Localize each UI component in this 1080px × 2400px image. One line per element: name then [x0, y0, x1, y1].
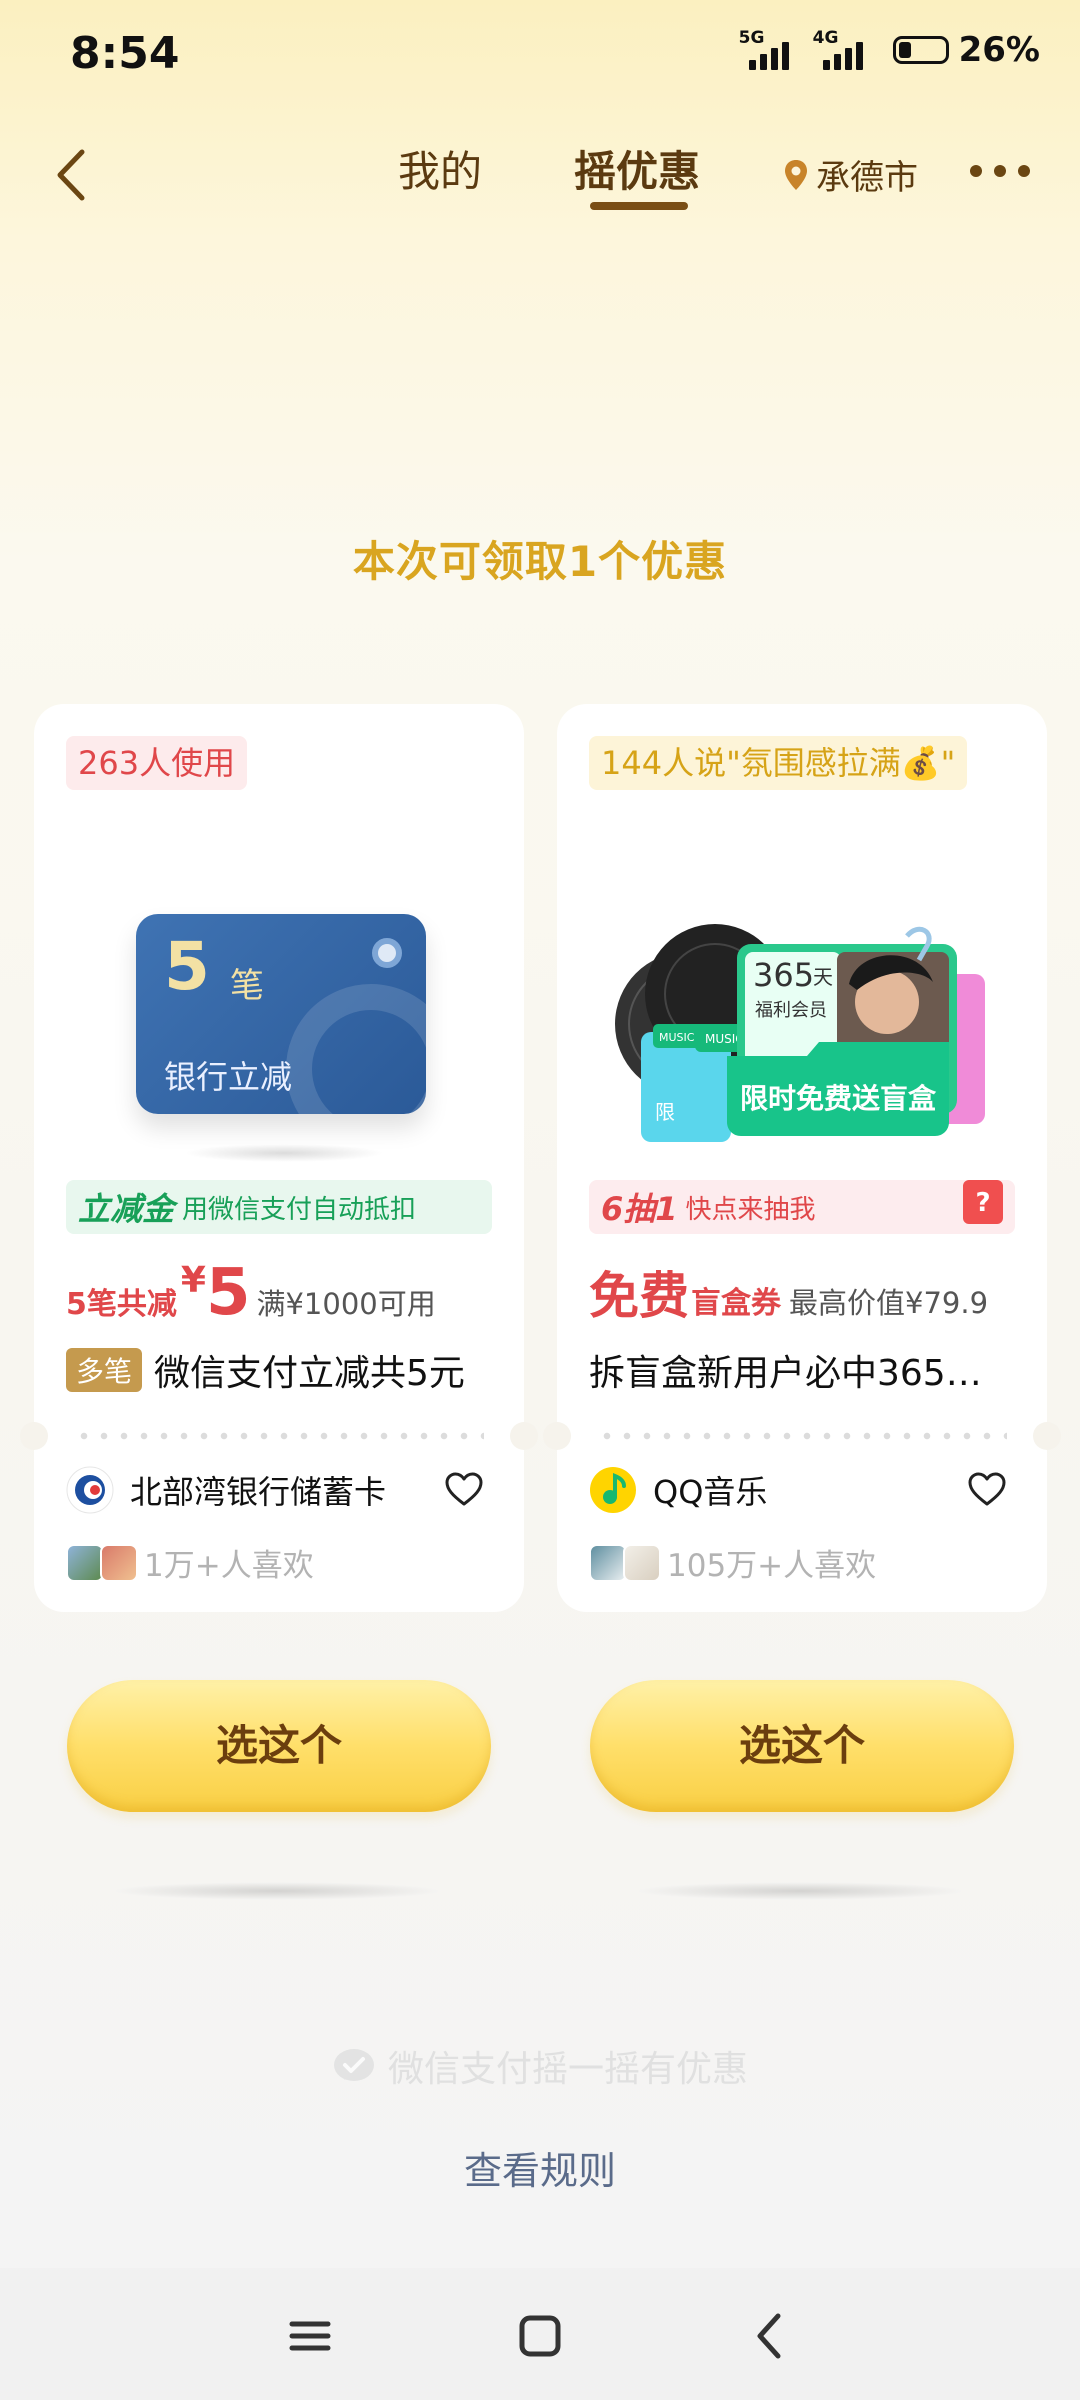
back-nav-icon[interactable] [740, 2306, 800, 2366]
perforation-notch-left [543, 1422, 571, 1450]
favorite-heart-icon[interactable] [444, 1470, 484, 1510]
avatar [623, 1543, 661, 1582]
bank-card-illustration: 5 笔 银行立减 [136, 914, 426, 1114]
illustration-shadow [184, 1144, 384, 1162]
svg-text:MUSIC: MUSIC [659, 1031, 695, 1044]
avatar [66, 1543, 104, 1582]
location-selector[interactable]: 承德市 [782, 150, 918, 199]
view-rules-link[interactable]: 查看规则 [0, 2140, 1080, 2195]
brand-name: QQ音乐 [653, 1473, 768, 1511]
battery-icon [892, 36, 949, 64]
avatar [100, 1543, 138, 1582]
likes-count: 105万+人喜欢 [667, 1548, 877, 1584]
wechat-pay-icon [333, 2049, 374, 2081]
svg-text:天: 天 [813, 965, 833, 989]
likes-row: 105万+人喜欢 [589, 1540, 876, 1585]
gift-box-icon: ? [963, 1180, 1003, 1224]
tab-mine[interactable]: 我的 [398, 138, 482, 199]
status-indicators: 5G 4G 26% [739, 28, 1040, 70]
brand-row: QQ音乐 [589, 1466, 767, 1514]
bank-logo-icon [66, 1466, 114, 1514]
coupon-title-row: 多笔 微信支付立减共5元 [66, 1344, 465, 1396]
qq-music-logo-icon [590, 1467, 636, 1513]
perforation-divider [597, 1432, 1007, 1440]
favorite-heart-icon[interactable] [967, 1470, 1007, 1510]
tab-shake-deals[interactable]: 摇优惠 [574, 138, 700, 199]
signal-4g-icon: 4G [813, 28, 877, 70]
back-arrow-icon [57, 149, 85, 201]
promo-strip: 立减金 用微信支付自动抵扣 [66, 1180, 492, 1234]
comment-badge: 144人说"氛围感拉满💰" [589, 736, 968, 790]
location-pin-icon [785, 159, 807, 190]
perforation-notch-left [20, 1422, 48, 1450]
location-name: 承德市 [816, 158, 918, 198]
svg-text:365: 365 [753, 956, 814, 994]
multi-tag: 多笔 [66, 1348, 143, 1392]
avatar [589, 1543, 627, 1582]
coupon-card-bank[interactable]: 263人使用 5 笔 银行立减 立减金 用微信支付自动抵扣 5笔共减 ¥ 5 满… [20, 704, 538, 1612]
more-options-icon[interactable] [970, 165, 1030, 177]
status-time: 8:54 [70, 28, 180, 79]
music-membership-illustration: 限 MUSIC MUSIC 365 天 福利会员 限时免费送盲盒 [615, 924, 985, 1142]
svg-text:限时免费送盲盒: 限时免费送盲盒 [740, 1082, 937, 1115]
choose-bank-coupon-button[interactable]: 选这个 [67, 1680, 491, 1812]
coupon-title: 微信支付立减共5元 [154, 1353, 465, 1394]
svg-text:福利会员: 福利会员 [755, 1000, 827, 1021]
perforation-notch-right [1033, 1422, 1061, 1450]
coupon-card-music[interactable]: 144人说"氛围感拉满💰" 限 MUSIC MUSIC 365 天 福利会员 限… [543, 704, 1061, 1612]
button-shadow [635, 1882, 965, 1900]
headline: 本次可领取1个优惠 [352, 537, 728, 586]
back-button[interactable] [40, 140, 110, 210]
signal-5g-icon: 5G [739, 28, 803, 70]
promo-strip: 6抽1 快点来抽我 ? [589, 1180, 1015, 1234]
price-row: 免费 盲盒券 最高价值¥79.9 [589, 1267, 989, 1325]
battery-percent: 26% [958, 30, 1040, 70]
coupon-title-row: 拆盲盒新用户必中365… [589, 1344, 982, 1396]
button-shadow [112, 1882, 442, 1900]
choose-music-coupon-button[interactable]: 选这个 [590, 1680, 1014, 1812]
menu-icon[interactable] [280, 2306, 340, 2366]
likes-row: 1万+人喜欢 [66, 1540, 314, 1585]
home-square-icon[interactable] [510, 2306, 570, 2366]
system-navigation-bar [0, 2268, 1080, 2400]
price-row: 5笔共减 ¥ 5 满¥1000可用 [66, 1256, 436, 1330]
brand-row: 北部湾银行储蓄卡 [66, 1466, 386, 1514]
likes-count: 1万+人喜欢 [144, 1548, 314, 1584]
coupon-title: 拆盲盒新用户必中365… [589, 1353, 982, 1394]
brand-name: 北部湾银行储蓄卡 [130, 1473, 387, 1511]
svg-text:限: 限 [655, 1100, 675, 1124]
perforation-divider [74, 1432, 484, 1440]
usage-badge: 263人使用 [66, 736, 248, 790]
perforation-notch-right [510, 1422, 538, 1450]
footer-branding: 微信支付摇一摇有优惠 [0, 2040, 1080, 2092]
active-tab-indicator [590, 202, 688, 210]
